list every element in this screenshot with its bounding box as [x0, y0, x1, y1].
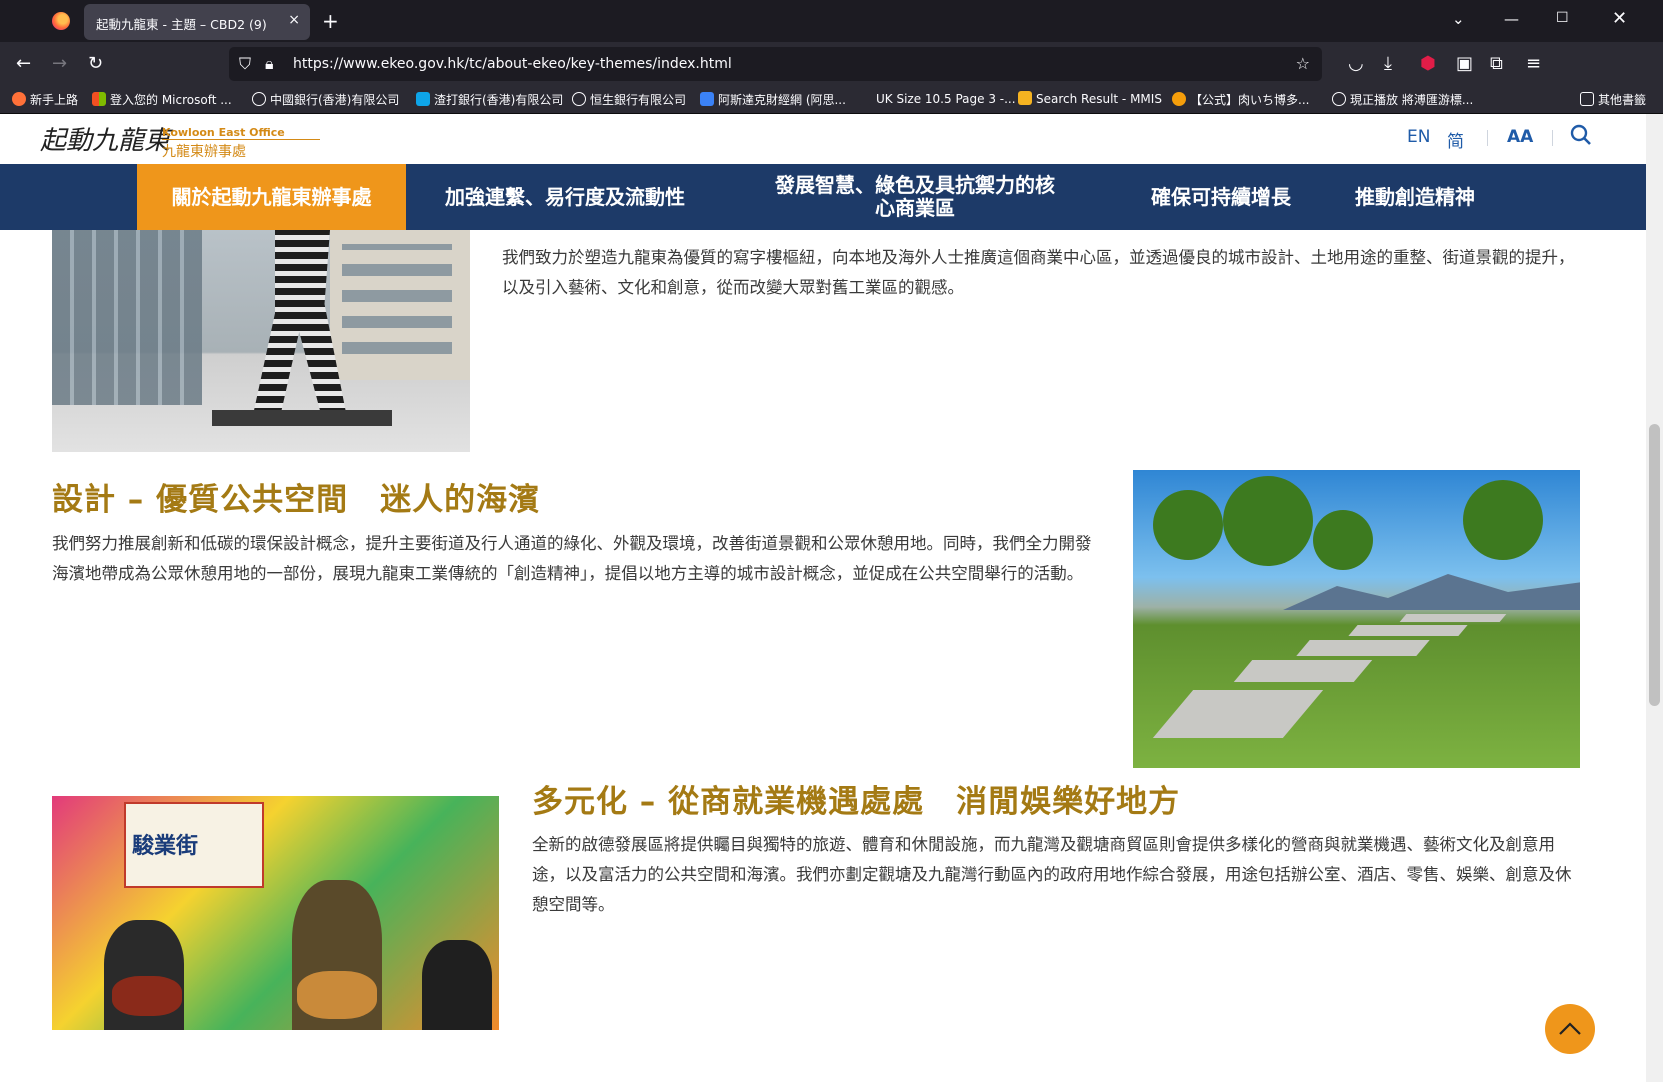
statue-photo	[52, 230, 470, 452]
window-close-icon[interactable]: ✕	[1612, 8, 1627, 29]
waterfront-park-photo	[1133, 470, 1580, 768]
minimize-icon[interactable]: —	[1504, 10, 1519, 28]
url-bar[interactable]: ⛉ 🔒︎ https://www.ekeo.gov.hk/tc/about-ek…	[229, 47, 1322, 81]
firefox-view-icon[interactable]	[52, 12, 70, 30]
menu-icon[interactable]: ≡	[1526, 53, 1541, 74]
page-scrollbar[interactable]	[1646, 114, 1663, 1082]
microsoft-icon	[92, 92, 106, 106]
bookmark-item[interactable]: 阿斯達克財經網 (阿思...	[700, 91, 846, 108]
bookmark-item[interactable]: 登入您的 Microsoft ...	[92, 91, 232, 108]
bookmark-item[interactable]: Search Result - MMIS	[1018, 91, 1162, 106]
extension-b-icon[interactable]: ▣	[1456, 53, 1473, 74]
lang-sc-link[interactable]: 简	[1447, 127, 1464, 152]
font-size-button[interactable]: AA	[1507, 127, 1533, 147]
bookmark-item[interactable]: 新手上路	[12, 91, 78, 108]
globe-icon	[572, 92, 586, 106]
bookmark-item[interactable]: 渣打銀行(香港)有限公司	[416, 91, 563, 108]
bookmark-item[interactable]: UK Size 10.5 Page 3 -...	[858, 91, 1016, 106]
back-to-top-button[interactable]	[1545, 1004, 1595, 1054]
header-divider	[1487, 130, 1488, 146]
main-navigation: 關於起動九龍東辦事處 加強連繫、易行度及流動性 發展智慧、綠色及具抗禦力的核心商…	[0, 164, 1646, 230]
logo-chinese: 九龍東辦事處	[162, 144, 246, 160]
shield-icon[interactable]: ⛉	[239, 54, 251, 74]
section-1-text: 我們致力於塑造九龍東為優質的寫字樓樞紐，向本地及海外人士推廣這個商業中心區，並透…	[502, 248, 1575, 297]
nav-item-smart-green-cbd[interactable]: 發展智慧、綠色及具抗禦力的核心商業區	[745, 164, 1085, 230]
folder-icon	[1580, 92, 1594, 106]
search-icon[interactable]	[1570, 124, 1592, 151]
browser-tab-bar: 起動九龍東 - 主題 – CBD2 (9) × + ⌄ — ☐ ✕	[0, 0, 1663, 42]
browser-toolbar: ← → ↻ ⛉ 🔒︎ https://www.ekeo.gov.hk/tc/ab…	[0, 42, 1663, 86]
page-viewport: 起動九龍東 Kowloon East Office 九龍東辦事處 EN 简 AA…	[0, 114, 1663, 1082]
other-bookmarks[interactable]: 其他書籤	[1580, 91, 1646, 108]
street-sign: 駿業街	[124, 802, 264, 888]
section-3-text: 全新的啟德發展區將提供矚目與獨特的旅遊、體育和休閒設施，而九龍灣及觀塘商貿區則會…	[532, 835, 1572, 914]
bookmark-item[interactable]: 【公式】肉いち博多...	[1172, 91, 1309, 108]
bookmark-item[interactable]: 中國銀行(香港)有限公司	[252, 91, 399, 108]
header-divider	[1552, 130, 1553, 146]
mmis-icon	[1018, 91, 1032, 105]
bookmarks-bar: 新手上路 登入您的 Microsoft ... 中國銀行(香港)有限公司 渣打銀…	[0, 86, 1663, 114]
bookmark-item[interactable]: 恒生銀行有限公司	[572, 91, 686, 108]
nav-item-connectivity[interactable]: 加強連繫、易行度及流動性	[420, 164, 710, 230]
url-text[interactable]: https://www.ekeo.gov.hk/tc/about-ekeo/ke…	[293, 56, 732, 72]
active-tab[interactable]: 起動九龍東 - 主題 – CBD2 (9) ×	[84, 4, 310, 40]
tab-title: 起動九龍東 - 主題 – CBD2 (9)	[96, 17, 267, 32]
extensions-icon[interactable]: ⧉	[1490, 53, 1503, 74]
firefox-icon	[12, 92, 26, 106]
logo-script: 起動九龍東	[40, 126, 171, 156]
maximize-icon[interactable]: ☐	[1556, 10, 1569, 26]
lang-en-link[interactable]: EN	[1407, 127, 1430, 147]
site-header: 起動九龍東 Kowloon East Office 九龍東辦事處 EN 简 AA	[0, 114, 1646, 164]
list-tabs-icon[interactable]: ⌄	[1452, 10, 1465, 28]
blank-page-icon	[858, 91, 872, 105]
aastocks-icon	[700, 92, 714, 106]
reload-icon[interactable]: ↻	[88, 53, 103, 74]
lock-icon[interactable]: 🔒︎	[265, 54, 274, 74]
nav-item-about[interactable]: 關於起動九龍東辦事處	[137, 164, 406, 230]
scrollbar-thumb[interactable]	[1649, 424, 1660, 706]
ublock-extension-icon[interactable]: ⬢	[1420, 53, 1436, 74]
logo-english: Kowloon East Office	[162, 126, 285, 139]
page-content: 我們致力於塑造九龍東為優質的寫字樓樞紐，向本地及海外人士推廣這個商業中心區，並透…	[0, 230, 1646, 1082]
logo-rule	[162, 139, 320, 140]
restaurant-icon	[1172, 92, 1186, 106]
globe-icon	[1332, 92, 1346, 106]
chevron-up-icon	[1559, 1022, 1581, 1035]
new-tab-button[interactable]: +	[322, 9, 339, 33]
back-icon[interactable]: ←	[16, 53, 31, 74]
downloads-icon[interactable]: ⤓	[1384, 53, 1392, 74]
section-2-text: 我們努力推展創新和低碳的環保設計概念，提升主要街道及行人通道的綠化、外觀及環境，…	[52, 534, 1092, 583]
section-3-title: 多元化 – 從商就業機遇處處 消閒娛樂好地方	[532, 784, 1181, 820]
bookmark-star-icon[interactable]: ☆	[1296, 54, 1310, 73]
bookmark-item[interactable]: 現正播放 將溥匯游標...	[1332, 91, 1473, 108]
street-band-photo: 駿業街	[52, 796, 499, 1030]
nav-item-sustainable-growth[interactable]: 確保可持續增長	[1126, 164, 1316, 230]
standard-chartered-icon	[416, 92, 430, 106]
nav-item-creativity[interactable]: 推動創造精神	[1330, 164, 1500, 230]
close-tab-icon[interactable]: ×	[288, 12, 300, 28]
forward-icon[interactable]: →	[52, 53, 67, 74]
pocket-icon[interactable]: ◡	[1348, 53, 1364, 74]
globe-icon	[252, 92, 266, 106]
section-2-title: 設計 – 優質公共空間 迷人的海濱	[52, 482, 541, 518]
